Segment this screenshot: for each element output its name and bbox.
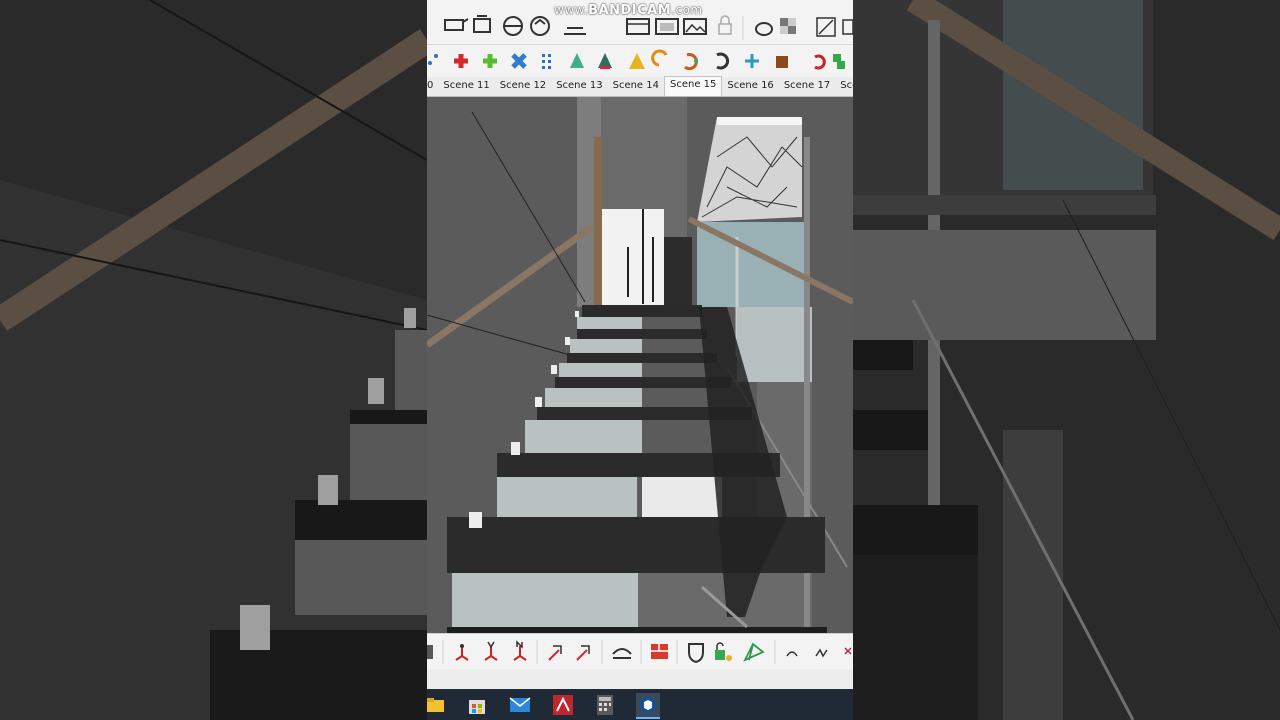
shield-icon[interactable] <box>688 643 704 664</box>
scene-tabs: 0 Scene 11 Scene 12 Scene 13 Scene 14 Sc… <box>427 76 853 97</box>
tab-scene-16[interactable]: Scene 16 <box>722 78 778 96</box>
green-plus-icon[interactable] <box>483 54 497 68</box>
model-viewport[interactable] <box>427 97 853 633</box>
flip-icon[interactable] <box>548 645 562 661</box>
checker-icon[interactable] <box>780 18 796 34</box>
sketchup-window: www.BANDICAM.com 0 Scene 11 Scene 12 Sce… <box>427 0 853 720</box>
diagonal-icon[interactable] <box>816 17 836 37</box>
tab-scene-13[interactable]: Scene 13 <box>551 78 607 96</box>
watermark-prefix: www. <box>554 3 589 17</box>
glass-landing <box>737 307 812 382</box>
triangle-icon[interactable] <box>629 53 645 69</box>
partial-tool-icon[interactable] <box>844 647 852 655</box>
mesh-icon[interactable] <box>743 642 765 662</box>
bandicam-watermark: www.BANDICAM.com <box>554 3 703 18</box>
background-blur-right <box>853 0 1280 720</box>
dots-icon[interactable] <box>428 54 438 65</box>
status-bar <box>427 669 853 689</box>
tab-scene-15[interactable]: Scene 15 <box>664 76 723 96</box>
arc-icon[interactable] <box>612 648 632 659</box>
box-icon[interactable] <box>842 19 853 35</box>
undo-icon[interactable] <box>814 54 826 70</box>
tab-scene-14[interactable]: Scene 14 <box>608 78 664 96</box>
grid-icon[interactable] <box>542 54 551 69</box>
mail-icon[interactable] <box>508 693 532 717</box>
second-toolbar <box>427 45 853 77</box>
paint-bucket-icon[interactable] <box>473 15 491 33</box>
lock-icon[interactable] <box>718 15 732 35</box>
bottom-toolbar <box>427 633 853 670</box>
section-plane-icon[interactable] <box>564 27 586 35</box>
calculator-icon[interactable] <box>593 693 617 717</box>
axes-n-icon[interactable] <box>513 640 527 661</box>
tab-scene-12[interactable]: Scene 12 <box>495 78 551 96</box>
top-toolbar: www.BANDICAM.com <box>427 0 853 45</box>
curve-icon[interactable] <box>786 651 798 657</box>
bucket-icon[interactable] <box>776 56 788 68</box>
teapot-icon[interactable] <box>444 18 469 31</box>
axes-v-icon[interactable] <box>484 641 498 661</box>
image-icon[interactable] <box>683 18 707 35</box>
rotate-icon[interactable] <box>651 49 668 67</box>
tab-scene-11[interactable]: Scene 11 <box>438 78 494 96</box>
watermark-name: BANDICAM <box>588 3 672 18</box>
orbit-icon[interactable] <box>503 16 523 36</box>
door-opening <box>664 237 692 307</box>
display-window-icon[interactable] <box>655 18 679 35</box>
window-icon[interactable] <box>626 18 650 35</box>
background-blur-left <box>0 0 427 720</box>
sync-icon[interactable] <box>530 16 550 36</box>
store-icon[interactable] <box>465 693 489 717</box>
spin-icon[interactable] <box>716 52 730 70</box>
landing-wall <box>602 209 664 305</box>
sphere-icon[interactable] <box>755 22 773 36</box>
cone-icon[interactable] <box>570 53 584 68</box>
red-plus-icon[interactable] <box>454 54 468 68</box>
puzzle-icon[interactable] <box>833 54 845 69</box>
wave-icon[interactable] <box>815 648 828 658</box>
rotate-cw-icon[interactable] <box>684 53 698 71</box>
move-icon[interactable] <box>745 54 759 68</box>
windows-taskbar <box>427 689 853 720</box>
sketchup-icon[interactable] <box>636 693 660 719</box>
axes-icon[interactable] <box>455 644 469 661</box>
lock-tag-icon[interactable] <box>715 642 732 661</box>
watermark-suffix: .com <box>671 3 703 17</box>
flip-2-icon[interactable] <box>576 645 590 661</box>
file-explorer-icon[interactable] <box>427 693 447 717</box>
blue-cross-icon[interactable] <box>511 53 527 69</box>
brick-icon[interactable] <box>651 644 668 659</box>
tab-scene-18[interactable]: Scene 18 <box>835 78 853 96</box>
cone-dark-icon[interactable] <box>598 53 612 69</box>
tab-scene-17[interactable]: Scene 17 <box>779 78 835 96</box>
autocad-icon[interactable] <box>551 693 575 717</box>
scene-tab-partial[interactable]: 0 <box>427 78 438 96</box>
extension-icon[interactable] <box>427 645 433 659</box>
